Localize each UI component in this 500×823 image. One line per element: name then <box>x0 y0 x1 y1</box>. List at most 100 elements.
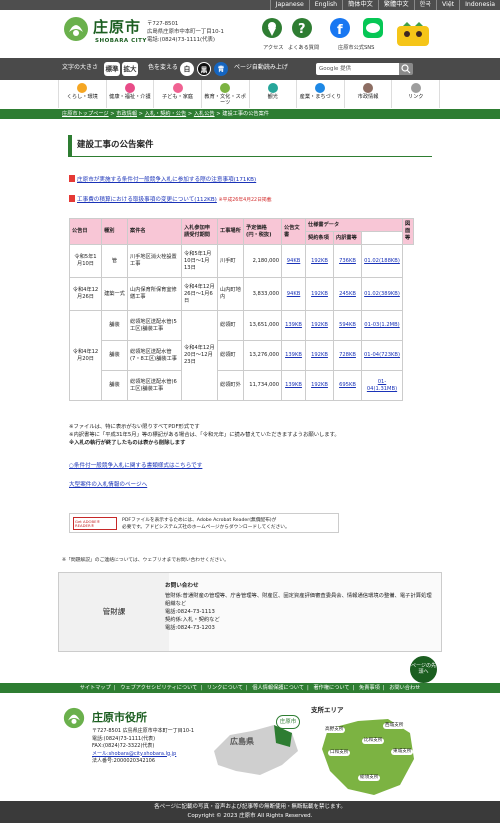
footer-tel: 電話:(0824)73-1111(代表) <box>92 735 156 742</box>
nav-industry[interactable]: 産業・まちづくり <box>297 80 345 108</box>
footer-link-disclaimer[interactable]: 免責事項 <box>359 685 380 691</box>
lang-english[interactable]: English <box>308 0 342 10</box>
faq-label[interactable]: よくある質問 <box>288 45 319 52</box>
drawing-link[interactable]: 01-04(1.31MB) <box>367 379 397 392</box>
footer-pref-label: 広島県 <box>230 737 254 746</box>
page-top-button[interactable]: ページの先頭へ <box>410 656 437 683</box>
nav-living[interactable]: くらし・環境 <box>59 80 107 108</box>
breadcrumb-bidding[interactable]: 入札・契約・公告 <box>145 111 187 117</box>
lang-vietnamese[interactable]: Việt <box>436 0 459 10</box>
lang-indonesian[interactable]: Indonesia <box>459 0 500 10</box>
footer-link-accessibility[interactable]: ウェブアクセシビリティについて <box>120 685 197 691</box>
nav-tourism[interactable]: 観光 <box>250 80 298 108</box>
contract-link[interactable]: 192KB <box>311 322 328 328</box>
branch-takano[interactable]: 高野支所 <box>323 727 346 734</box>
breadcrumb-top[interactable]: 庄原市トップページ <box>62 111 109 117</box>
footer-link-sitemap[interactable]: サイトマップ <box>80 685 111 691</box>
contract-link[interactable]: 192KB <box>311 382 328 388</box>
nav-industry-label: 産業・まちづくり <box>299 94 342 100</box>
branch-kuchiwa[interactable]: 口和支所 <box>328 750 351 757</box>
doc-link[interactable]: 139KB <box>285 382 302 388</box>
branch-hiwa[interactable]: 比和支所 <box>362 738 385 745</box>
doc-link[interactable]: 94KB <box>287 291 301 297</box>
footer-link-privacy[interactable]: 個人情報保護について <box>252 685 304 691</box>
branch-soryo[interactable]: 総領支所 <box>358 775 381 782</box>
footer-city-label: 庄原市 <box>276 715 300 729</box>
mascot-icon <box>397 22 429 46</box>
search-input[interactable]: Google 提供 <box>316 63 408 75</box>
lang-traditional-chinese[interactable]: 繁體中文 <box>377 0 414 10</box>
adobe-reader-badge[interactable]: Get ADOBE® READER® <box>73 517 117 530</box>
lang-japanese[interactable]: Japanese <box>269 0 309 10</box>
breadcrumb-city-info[interactable]: 市政情報 <box>116 111 137 117</box>
footer-link-copyright[interactable]: 著作権について <box>313 685 349 691</box>
contract-link[interactable]: 192KB <box>311 291 328 297</box>
color-white-button[interactable]: 白 <box>180 62 194 76</box>
footer-link-contact[interactable]: お問い合わせ <box>389 685 420 691</box>
nav-children-label: 子ども・家庭 <box>161 94 194 100</box>
city-logo-text[interactable]: 庄原市 <box>93 17 141 37</box>
cell-place: 総領町 <box>217 340 244 371</box>
nav-city-info[interactable]: 市政情報 <box>345 80 393 108</box>
font-standard-button[interactable]: 標準 <box>104 62 120 76</box>
contract-link[interactable]: 192KB <box>311 258 328 264</box>
forms-link-row: ○条件付一般競争入札に関する書類様式はこちらです <box>69 463 202 471</box>
site-header: 庄原市 SHOBARA CITY 〒727-8501 広島県庄原市中本町一丁目1… <box>0 10 500 58</box>
detail-link[interactable]: 728KB <box>339 352 356 358</box>
header-postcode: 〒727-8501 <box>147 21 179 27</box>
access-label[interactable]: アクセス <box>263 45 284 52</box>
color-black-button[interactable]: 黒 <box>197 62 211 76</box>
notice-link-1[interactable]: 庄原市が実施する条件付一般競争入札に参加する際の注意事項(171KB) <box>77 177 256 183</box>
font-enlarge-button[interactable]: 拡大 <box>122 62 138 76</box>
table-row: 令和4年12月20日 舗装 総領地区送配水管(5工区)舗装工事 令和4年12月2… <box>69 310 414 401</box>
color-blue-button[interactable]: 青 <box>214 62 228 76</box>
forms-link[interactable]: ○条件付一般競争入札に関する書類様式はこちらです <box>69 463 202 469</box>
lang-simplified-chinese[interactable]: 簡体中文 <box>342 0 378 10</box>
footer-mail[interactable]: メール:shobara@city.shobara.lg.jp <box>92 751 194 759</box>
branch-saijo[interactable]: 西城支所 <box>383 723 406 730</box>
line-icon[interactable] <box>363 18 383 38</box>
contact-heading: お問い合わせ <box>165 583 199 589</box>
city-logo-icon[interactable] <box>63 16 89 42</box>
drawing-link[interactable]: 01.02(389KB) <box>364 291 400 297</box>
doc-link[interactable]: 94KB <box>287 258 301 264</box>
cell-price: 2,180,000 <box>243 244 282 278</box>
large-project-link[interactable]: 大型案件の入札情報のページへ <box>69 482 147 488</box>
branch-tojo[interactable]: 東城支所 <box>391 749 414 756</box>
lang-korean[interactable]: 한국 <box>413 0 436 10</box>
hiroshima-map-icon <box>214 725 298 775</box>
detail-link[interactable]: 695KB <box>339 382 356 388</box>
faq-icon[interactable]: ? <box>292 18 312 38</box>
nav-links[interactable]: リンク <box>392 80 440 108</box>
detail-link[interactable]: 736KB <box>339 258 356 264</box>
th-doc: 公告文書 <box>281 218 306 245</box>
global-nav: くらし・環境 健康・福祉・介護 子ども・家庭 教育・文化・スポーツ 観光 産業・… <box>58 80 440 108</box>
contract-link[interactable]: 192KB <box>311 352 328 358</box>
nav-education[interactable]: 教育・文化・スポーツ <box>202 80 250 108</box>
doc-link[interactable]: 139KB <box>285 352 302 358</box>
access-icon[interactable] <box>262 18 282 38</box>
footer-link-links[interactable]: リンクについて <box>207 685 243 691</box>
facebook-icon[interactable]: f <box>330 18 350 38</box>
nav-health[interactable]: 健康・福祉・介護 <box>107 80 155 108</box>
search-button[interactable] <box>399 63 413 75</box>
cell-place: 山内町地内 <box>217 277 244 311</box>
acrobat-notice: Get ADOBE® READER® PDFファイルを表示するためには、Adob… <box>69 513 339 533</box>
notice-link-2[interactable]: 工事費の積算における取扱事項の変更について(112KB) <box>77 197 217 203</box>
sns-label[interactable]: 庄原市公式SNS <box>338 45 374 52</box>
nav-children[interactable]: 子ども・家庭 <box>154 80 202 108</box>
doc-link[interactable]: 139KB <box>285 322 302 328</box>
auto-read-button[interactable]: ページ自動読み上げ <box>234 64 288 72</box>
copyright-notice: 各ページに記載の写真・音声および記事等の無断使用・無断転載を禁じます。 <box>154 804 346 810</box>
detail-link[interactable]: 245KB <box>339 291 356 297</box>
breadcrumb-bid-notice[interactable]: 入札公告 <box>194 111 215 117</box>
cell-period: 令和5年1月10日～1月13日 <box>181 244 218 278</box>
note-3: ※入札の執行が終了したものは表から削除します <box>69 440 186 446</box>
links-icon <box>410 83 421 93</box>
drawing-link[interactable]: 01-03(1.2MB) <box>364 322 399 328</box>
pdf-icon <box>69 175 75 182</box>
drawing-link[interactable]: 01-04(723KB) <box>364 352 400 358</box>
cell-period: 令和4年12月26日～1月6日 <box>181 277 218 311</box>
detail-link[interactable]: 594KB <box>339 322 356 328</box>
drawing-link[interactable]: 01.02(188KB) <box>364 258 400 264</box>
